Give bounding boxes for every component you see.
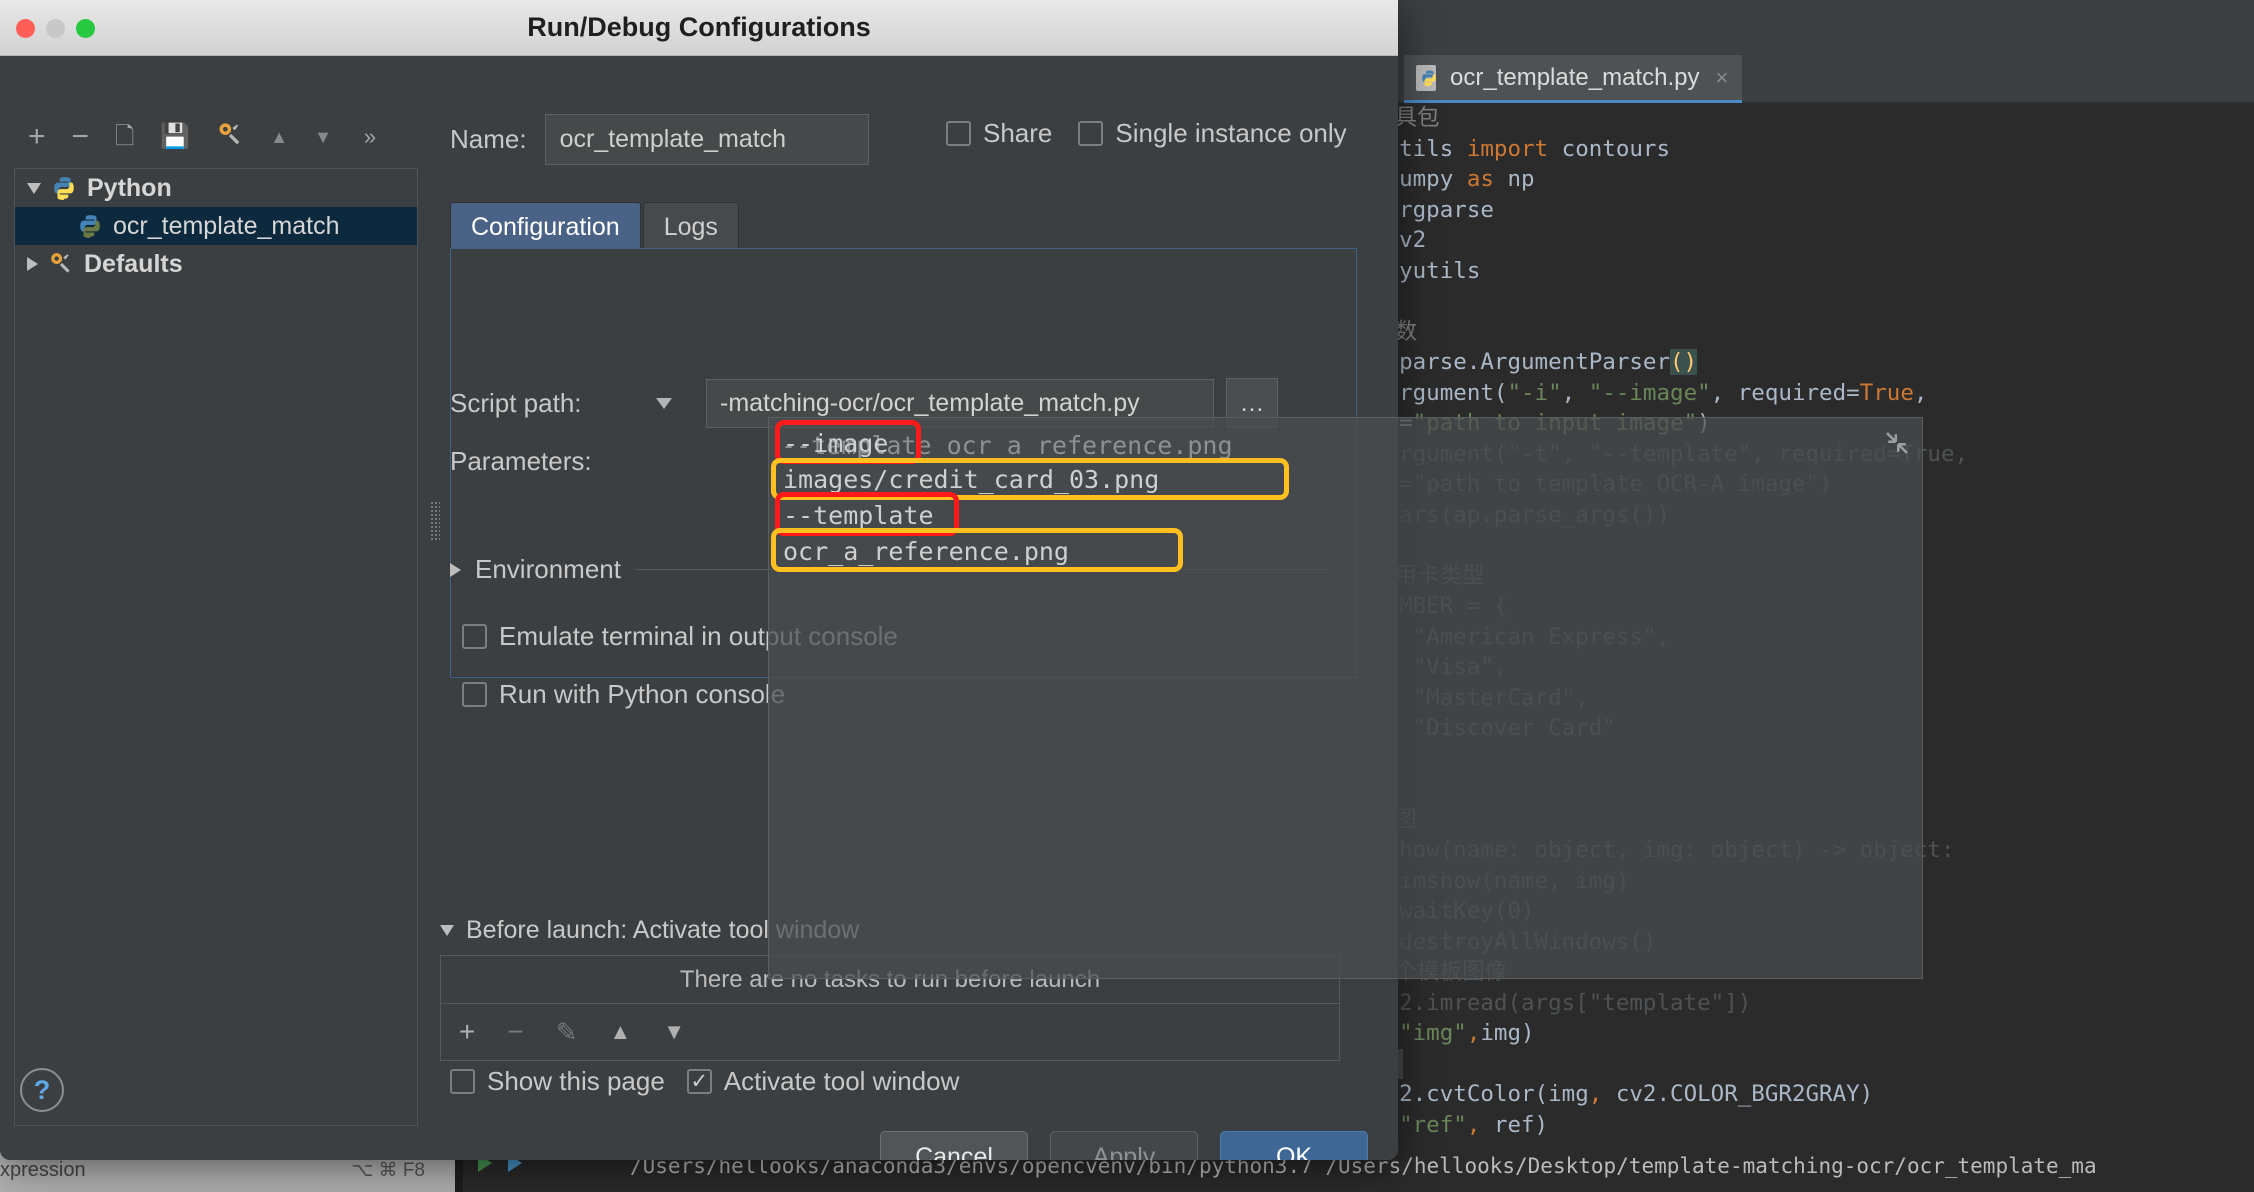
single-instance-label: Single instance only xyxy=(1115,118,1346,149)
cancel-button[interactable]: Cancel xyxy=(880,1131,1028,1160)
share-checkbox[interactable] xyxy=(946,121,971,146)
editor-tab-label: ocr_template_match.py xyxy=(1450,64,1699,92)
minimize-window-button[interactable] xyxy=(46,19,65,38)
overlay-line-template-flag: --template xyxy=(783,498,934,534)
parameters-popup-overlay[interactable]: --template ocr_a_reference.png --image i… xyxy=(768,417,1923,979)
panel-splitter-handle[interactable] xyxy=(430,501,440,541)
window-controls[interactable] xyxy=(16,19,95,38)
show-this-page-row[interactable]: Show this page xyxy=(450,1066,665,1097)
edit-task-icon[interactable]: ✎ xyxy=(556,1017,578,1048)
tree-item-label: Python xyxy=(87,174,172,203)
before-launch-toolbar: + − ✎ ▲ ▼ xyxy=(441,1004,1339,1060)
overlay-line-image-path: images/credit_card_03.png xyxy=(783,462,1159,498)
run-with-console-row[interactable]: Run with Python console xyxy=(462,679,785,710)
code-line: mutils import contours xyxy=(1390,134,2254,165)
name-row: Name: ocr_template_match xyxy=(450,114,869,165)
move-down-icon[interactable]: ▼ xyxy=(314,127,332,148)
configuration-tabs: Configuration Logs xyxy=(450,202,739,252)
top-checkboxes: Share Single instance only xyxy=(946,118,1347,149)
chevron-down-icon[interactable] xyxy=(440,925,454,936)
help-button[interactable]: ? xyxy=(20,1068,64,1112)
run-with-console-checkbox[interactable] xyxy=(462,682,487,707)
tab-logs[interactable]: Logs xyxy=(643,202,739,252)
code-line: w("img",img) xyxy=(1390,1018,2254,1049)
code-line: cv2 xyxy=(1390,225,2254,256)
single-instance-checkbox-row[interactable]: Single instance only xyxy=(1078,118,1346,149)
more-options-icon[interactable]: » xyxy=(364,124,376,150)
tree-item-ocr-template-match[interactable]: ocr_template_match xyxy=(15,207,417,245)
code-line: numpy as np xyxy=(1390,164,2254,195)
code-line xyxy=(1390,286,2254,317)
code-line: myutils xyxy=(1390,256,2254,287)
collapse-icon[interactable] xyxy=(1882,428,1912,458)
code-line: w("ref", ref) xyxy=(1390,1110,2254,1141)
copy-configuration-icon[interactable]: 🗋 xyxy=(115,125,134,149)
chevron-down-icon[interactable] xyxy=(656,398,672,409)
move-up-icon[interactable]: ▲ xyxy=(270,127,288,148)
add-configuration-icon[interactable]: + xyxy=(28,122,46,152)
script-path-label: Script path: xyxy=(450,388,656,419)
ok-button[interactable]: OK xyxy=(1220,1131,1368,1160)
python-file-icon xyxy=(1416,65,1440,91)
save-configuration-icon[interactable]: 💾 xyxy=(160,125,190,149)
bottom-checkboxes: Show this page ✓ Activate tool window xyxy=(450,1066,959,1097)
overlay-line-template-path: ocr_a_reference.png xyxy=(783,534,1069,570)
configurations-tree[interactable]: Python ocr_template_match xyxy=(14,168,418,1126)
python-icon xyxy=(77,213,103,239)
code-line: cv2.imread(args["template"]) xyxy=(1390,988,2254,1019)
move-task-up-icon[interactable]: ▲ xyxy=(610,1019,632,1045)
parameters-row: Parameters: xyxy=(450,446,656,477)
overlay-line-image-flag: --image xyxy=(783,426,888,462)
show-this-page-checkbox[interactable] xyxy=(450,1069,475,1094)
close-icon[interactable]: × xyxy=(1715,65,1728,91)
dialog-buttons: Cancel Apply OK xyxy=(880,1131,1368,1160)
close-window-button[interactable] xyxy=(16,19,35,38)
run-with-console-label: Run with Python console xyxy=(499,679,785,710)
remove-configuration-icon[interactable]: − xyxy=(72,122,90,152)
single-instance-checkbox[interactable] xyxy=(1078,121,1103,146)
chevron-right-icon[interactable] xyxy=(450,563,461,577)
code-line: 参数 xyxy=(1390,317,2254,348)
tab-configuration[interactable]: Configuration xyxy=(450,202,641,252)
code-line: 工具包 xyxy=(1390,103,2254,134)
apply-button[interactable]: Apply xyxy=(1050,1131,1198,1160)
move-task-down-icon[interactable]: ▼ xyxy=(663,1019,685,1045)
edit-defaults-wrench-icon[interactable] xyxy=(216,121,244,154)
evaluate-expression-label: xpression xyxy=(0,1159,86,1182)
emulate-terminal-checkbox[interactable] xyxy=(462,624,487,649)
show-this-page-label: Show this page xyxy=(487,1066,665,1097)
shortcut-hint: ⌥ ⌘ F8 xyxy=(351,1159,425,1182)
add-task-icon[interactable]: + xyxy=(459,1016,475,1048)
environment-label: Environment xyxy=(475,554,621,585)
code-line: rgparse.ArgumentParser() xyxy=(1390,347,2254,378)
code-line: cv2.cvtColor(img, cv2.COLOR_BGR2GRAY) xyxy=(1390,1079,2254,1110)
editor-tab-ocr-template-match[interactable]: ocr_template_match.py × xyxy=(1404,55,1742,103)
activate-tool-window-row[interactable]: ✓ Activate tool window xyxy=(687,1066,960,1097)
wrench-icon xyxy=(48,251,74,277)
dialog-titlebar: Run/Debug Configurations xyxy=(0,0,1398,56)
remove-task-icon[interactable]: − xyxy=(507,1016,523,1048)
configurations-toolbar: + − 🗋 💾 ▲ ▼ » xyxy=(10,114,410,160)
chevron-down-icon[interactable] xyxy=(27,183,41,194)
tree-item-python[interactable]: Python xyxy=(15,169,417,207)
tree-item-label: Defaults xyxy=(84,250,183,279)
name-label: Name: xyxy=(450,124,527,155)
share-label: Share xyxy=(983,118,1052,149)
activate-tool-window-checkbox[interactable]: ✓ xyxy=(687,1069,712,1094)
tree-item-label: ocr_template_match xyxy=(113,212,340,241)
code-line: _argument("-i", "--image", required=True… xyxy=(1390,378,2254,409)
parameters-label: Parameters: xyxy=(450,446,656,477)
chevron-right-icon[interactable] xyxy=(27,257,38,271)
share-checkbox-row[interactable]: Share xyxy=(946,118,1052,149)
tree-item-defaults[interactable]: Defaults xyxy=(15,245,417,283)
dialog-title: Run/Debug Configurations xyxy=(527,12,870,43)
python-icon xyxy=(51,175,77,201)
activate-tool-window-label: Activate tool window xyxy=(724,1066,960,1097)
code-line: argparse xyxy=(1390,195,2254,226)
zoom-window-button[interactable] xyxy=(76,19,95,38)
editor-tab-bar: ocr_template_match.py × xyxy=(1390,55,2254,103)
name-input[interactable]: ocr_template_match xyxy=(545,114,869,165)
